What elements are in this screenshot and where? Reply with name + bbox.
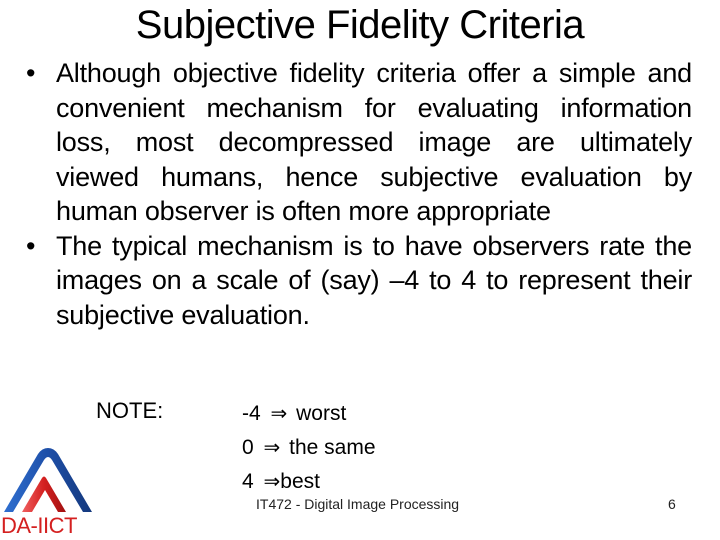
note-row-best: 4 ⇒best	[242, 465, 376, 499]
scale-value: 0	[242, 436, 254, 459]
implies-arrow-icon: ⇒	[270, 403, 288, 425]
note-row-worst: -4 ⇒ worst	[242, 397, 376, 431]
note-scale-list: -4 ⇒ worst 0 ⇒ the same 4 ⇒best	[242, 397, 376, 499]
implies-arrow-icon: ⇒	[263, 437, 281, 459]
bullet-list: • Although objective fidelity criteria o…	[22, 56, 692, 332]
bullet-item: • Although objective fidelity criteria o…	[22, 56, 692, 229]
slide-title: Subjective Fidelity Criteria	[135, 3, 585, 47]
scale-meaning: the same	[289, 436, 376, 459]
footer-course-title: IT472 - Digital Image Processing	[256, 496, 460, 512]
scale-meaning: worst	[296, 402, 347, 425]
scale-value: 4	[242, 470, 254, 493]
bullet-marker: •	[26, 230, 36, 261]
implies-arrow-icon: ⇒	[263, 471, 281, 493]
scale-value: -4	[242, 402, 261, 425]
bullet-item: • The typical mechanism is to have obser…	[22, 229, 692, 333]
bullet-marker: •	[26, 58, 36, 88]
scale-meaning: best	[280, 470, 320, 493]
bullet-text: Although objective fidelity criteria off…	[56, 58, 692, 226]
note-row-same: 0 ⇒ the same	[242, 431, 376, 465]
logo-outer-arch	[4, 448, 92, 512]
note-label: NOTE:	[96, 398, 164, 423]
bullet-text: The typical mechanism is to have observe…	[56, 230, 692, 330]
logo-text: DA-IICT	[1, 513, 77, 538]
footer-page-number: 6	[668, 496, 676, 512]
